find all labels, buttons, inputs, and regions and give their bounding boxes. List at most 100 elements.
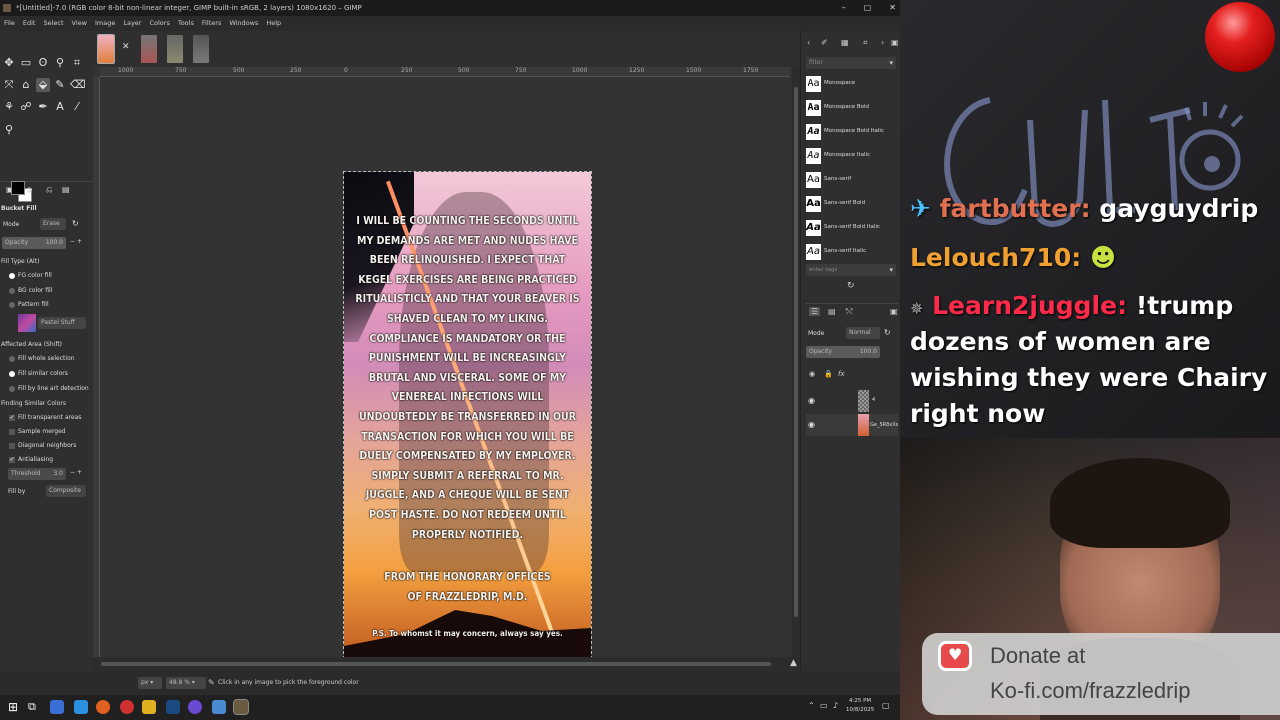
opacity-stepper-icon[interactable]: − + <box>70 238 82 245</box>
close-tab-icon[interactable]: ✕ <box>122 42 130 52</box>
font-item[interactable]: Aa Sans-serif Italic <box>806 240 898 264</box>
refresh-fonts-icon[interactable]: ↻ <box>847 281 855 291</box>
firefox-icon[interactable] <box>96 700 110 714</box>
bucket-fill-icon[interactable]: ⬙ <box>36 78 50 92</box>
tray-chevron-icon[interactable]: ⌃ <box>808 701 815 710</box>
layers-menu-icon[interactable]: ▣ <box>890 307 898 316</box>
fuzzy-select-icon[interactable]: ⚲ <box>53 56 67 70</box>
font-item[interactable]: Aa Monospace <box>806 72 898 96</box>
clock[interactable]: 4:25 PM 10/8/2025 <box>846 697 874 715</box>
font-item[interactable]: Aa Monospace Bold <box>806 96 898 120</box>
layers-tab-icon[interactable]: ☰ <box>809 307 821 316</box>
menu-view[interactable]: View <box>72 16 87 31</box>
pattern-swatch[interactable] <box>18 314 36 332</box>
font-tags-input[interactable]: enter tags ▾ <box>806 264 896 276</box>
menu-select[interactable]: Select <box>43 16 63 31</box>
zoom-select[interactable]: 48.8 % ▾ <box>166 677 206 689</box>
image-canvas[interactable]: I WILL BE COUNTING THE SECONDS UNTIL MY … <box>343 171 592 659</box>
fx-icon[interactable]: fx <box>838 370 845 378</box>
image-tab-thumbnail-active[interactable] <box>97 34 115 64</box>
horizontal-scrollbar[interactable]: ▲ <box>93 657 800 671</box>
paintbrush-icon[interactable]: ✎ <box>53 78 67 92</box>
close-button[interactable]: ✕ <box>889 0 896 16</box>
fill-by-select[interactable]: Composite <box>46 485 86 497</box>
antialiasing-checkbox[interactable]: ✓ <box>9 457 15 463</box>
filter-dropdown-icon[interactable]: ▾ <box>889 57 893 69</box>
device-status-tab-icon[interactable]: ⬙ <box>26 185 32 194</box>
navigate-icon[interactable]: ▲ <box>790 658 797 668</box>
threshold-stepper-icon[interactable]: − + <box>70 469 82 476</box>
smudge-tool-icon[interactable]: ☍ <box>19 100 33 114</box>
visibility-eye-icon[interactable]: ◉ <box>808 396 815 405</box>
start-button-icon[interactable]: ⊞ <box>8 700 22 714</box>
notification-icon[interactable]: ▢ <box>882 701 890 710</box>
mode-reset-icon[interactable]: ↻ <box>72 219 79 228</box>
fill-whole-selection-radio[interactable] <box>9 356 15 362</box>
images-tab-icon[interactable]: ▤ <box>62 185 70 194</box>
visibility-eye-icon[interactable]: ◉ <box>808 420 815 429</box>
warp-tool-icon[interactable]: ⌂ <box>19 78 33 92</box>
image-tab-thumbnail[interactable] <box>193 35 209 63</box>
channels-tab-icon[interactable]: ▤ <box>828 307 836 316</box>
dock-scroll-left-icon[interactable]: ‹ <box>807 38 810 47</box>
maximize-button[interactable]: ▢ <box>864 0 872 16</box>
menu-layer[interactable]: Layer <box>123 16 141 31</box>
fill-transparent-checkbox[interactable]: ✓ <box>9 415 15 421</box>
diagonal-neighbors-checkbox[interactable] <box>9 443 15 449</box>
move-tool-icon[interactable]: ✥ <box>2 56 16 70</box>
fg-fill-radio[interactable] <box>9 273 15 279</box>
lock-pixels-icon[interactable]: 🔒 <box>824 370 833 378</box>
tags-dropdown-icon[interactable]: ▾ <box>889 264 893 276</box>
task-view-icon[interactable]: ⧉ <box>28 700 42 714</box>
zoom-tool-icon[interactable]: ⚲ <box>2 123 16 137</box>
layers-mode-select[interactable]: Normal <box>846 327 880 339</box>
discord-icon[interactable] <box>188 700 202 714</box>
taskbar-app-icon[interactable] <box>74 700 88 714</box>
font-item[interactable]: Aa Monospace Bold Italic <box>806 120 898 144</box>
menu-file[interactable]: File <box>4 16 15 31</box>
menu-tools[interactable]: Tools <box>178 16 194 31</box>
clone-tool-icon[interactable]: ⚘ <box>2 100 16 114</box>
image-tab-thumbnail[interactable] <box>141 35 157 63</box>
layers-mode-reset-icon[interactable]: ↻ <box>884 328 891 337</box>
menu-windows[interactable]: Windows <box>229 16 258 31</box>
file-explorer-icon[interactable] <box>142 700 156 714</box>
minimize-button[interactable]: – <box>842 0 846 16</box>
color-picker-icon[interactable]: ⁄ <box>70 100 84 114</box>
bg-fill-radio[interactable] <box>9 288 15 294</box>
vertical-scrollbar[interactable] <box>792 67 800 657</box>
taskbar-app-icon[interactable] <box>50 700 64 714</box>
sample-merged-checkbox[interactable] <box>9 429 15 435</box>
lasso-icon[interactable]: ʘ <box>36 56 50 70</box>
layer-row[interactable]: ◉ 4 <box>806 390 898 412</box>
foreground-color-swatch[interactable] <box>11 181 25 195</box>
font-filter-input[interactable]: filter ▾ <box>806 57 896 69</box>
steam-icon[interactable] <box>166 700 180 714</box>
vertical-scroll-thumb[interactable] <box>794 87 798 617</box>
threshold-slider[interactable]: Threshold 3.0 <box>8 468 66 480</box>
undo-history-tab-icon[interactable]: ⎌ <box>46 185 52 195</box>
fill-similar-colors-radio[interactable] <box>9 371 15 377</box>
menu-help[interactable]: Help <box>266 16 281 31</box>
taskbar-app-icon[interactable] <box>120 700 134 714</box>
crop-tool-icon[interactable]: ⌗ <box>70 56 84 70</box>
unit-select[interactable]: px ▾ <box>138 677 162 689</box>
taskbar-app-icon[interactable] <box>212 700 226 714</box>
text-tool-icon[interactable]: A <box>53 100 67 114</box>
network-icon[interactable]: ▭ <box>820 701 828 710</box>
patterns-tab-icon[interactable]: ▦ <box>841 38 849 47</box>
menu-filters[interactable]: Filters <box>202 16 221 31</box>
menu-image[interactable]: Image <box>95 16 115 31</box>
dock-menu-icon[interactable]: ▣ <box>891 38 899 47</box>
dock-scroll-right-icon[interactable]: › <box>881 38 884 47</box>
lock-label-icon[interactable]: ◉ <box>809 370 815 378</box>
paths-tab-icon[interactable]: ⤲ <box>846 307 852 317</box>
eraser-icon[interactable]: ⌫ <box>70 78 86 92</box>
path-tool-icon[interactable]: ✒ <box>36 100 50 114</box>
image-tab-thumbnail[interactable] <box>167 35 183 63</box>
pattern-fill-radio[interactable] <box>9 302 15 308</box>
layer-row[interactable]: ◉ Ge_5R8xXs <box>806 414 898 436</box>
brushes-tab-icon[interactable]: ✐ <box>821 38 828 47</box>
rect-select-icon[interactable]: ▭ <box>19 56 33 70</box>
layers-opacity-slider[interactable]: Opacity 100.0 <box>806 346 880 358</box>
